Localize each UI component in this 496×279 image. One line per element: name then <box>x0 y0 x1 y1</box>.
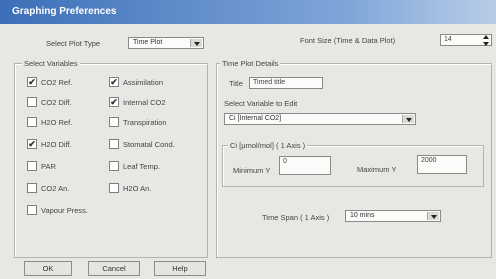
spinner-arrows-icon[interactable] <box>482 35 489 46</box>
chevron-down-icon[interactable] <box>427 212 439 220</box>
graphing-preferences-window: Graphing Preferences Select Plot Type Ti… <box>0 0 496 279</box>
time-span-select[interactable]: 10 mins <box>345 210 441 222</box>
select-variables-label: Select Variables <box>22 59 80 68</box>
checkbox-label-h2o-an: H2O An. <box>123 184 152 193</box>
plot-type-label: Select Plot Type <box>46 39 101 48</box>
chevron-down-icon[interactable] <box>402 115 414 123</box>
checkbox-co2-an[interactable] <box>27 183 37 193</box>
minimum-y-input[interactable]: 0 <box>279 156 331 175</box>
font-size-value: 14 <box>444 36 452 43</box>
maximum-y-value: 2000 <box>421 157 437 164</box>
select-variable-dropdown[interactable]: Ci [Internal CO2] <box>224 113 416 125</box>
checkbox-label-h2o-diff: H2O Diff. <box>41 140 72 149</box>
checkbox-label-leaf-temp: Leaf Temp. <box>123 162 160 171</box>
checkbox-label-assimilation: Assimilation <box>123 78 164 87</box>
time-span-label: Time Span ( 1 Axis ) <box>262 213 330 222</box>
select-variable-value: Ci [Internal CO2] <box>229 115 282 122</box>
checkbox-internal-co2[interactable]: ✔ <box>109 97 119 107</box>
checkbox-assimilation[interactable]: ✔ <box>109 77 119 87</box>
checkbox-label-co2-an: CO2 An. <box>41 184 70 193</box>
checkbox-h2o-diff[interactable]: ✔ <box>27 139 37 149</box>
axis-range-label: Ci [µmol/mol] ( 1 Axis ) <box>228 141 308 150</box>
time-plot-details-label: Time Plot Details <box>220 59 281 68</box>
checkbox-label-vapour-press: Vapour Press. <box>41 206 88 215</box>
checkbox-co2-diff[interactable] <box>27 97 37 107</box>
title-bar[interactable]: Graphing Preferences <box>0 0 496 24</box>
cancel-button[interactable]: Cancel <box>88 261 140 276</box>
checkbox-co2-ref[interactable]: ✔ <box>27 77 37 87</box>
help-button[interactable]: Help <box>154 261 206 276</box>
time-span-value: 10 mins <box>350 212 375 219</box>
checkbox-label-stomatal-cond: Stomatal Cond. <box>123 140 175 149</box>
ok-button[interactable]: OK <box>24 261 72 276</box>
minimum-y-label: Minimum Y <box>233 166 271 175</box>
checkbox-leaf-temp[interactable] <box>109 161 119 171</box>
checkbox-vapour-press[interactable] <box>27 205 37 215</box>
checkbox-h2o-an[interactable] <box>109 183 119 193</box>
checkbox-label-h2o-ref: H2O Ref. <box>41 118 73 127</box>
plot-title-value: Timed title <box>253 79 286 86</box>
plot-title-label: Title <box>229 79 243 88</box>
plot-title-input[interactable]: Timed title <box>249 77 323 89</box>
minimum-y-value: 0 <box>283 158 287 165</box>
checkbox-h2o-ref[interactable] <box>27 117 37 127</box>
checkbox-label-transpiration: Transpiration <box>123 118 167 127</box>
plot-type-select[interactable]: Time Plot <box>128 37 204 49</box>
chevron-down-icon[interactable] <box>190 39 202 47</box>
checkbox-label-par: PAR <box>41 162 56 171</box>
select-variable-label: Select Variable to Edit <box>224 99 298 108</box>
checkbox-label-internal-co2: Internal CO2 <box>123 98 166 107</box>
maximum-y-input[interactable]: 2000 <box>417 155 467 174</box>
font-size-field[interactable]: 14 <box>440 34 492 46</box>
checkbox-par[interactable] <box>27 161 37 171</box>
checkbox-transpiration[interactable] <box>109 117 119 127</box>
checkbox-label-co2-diff: CO2 Diff. <box>41 98 72 107</box>
plot-type-value: Time Plot <box>133 39 163 46</box>
checkbox-label-co2-ref: CO2 Ref. <box>41 78 73 87</box>
maximum-y-label: Maximum Y <box>357 165 397 174</box>
window-title: Graphing Preferences <box>12 6 117 17</box>
checkbox-stomatal-cond[interactable] <box>109 139 119 149</box>
font-size-label: Font Size (Time & Data Plot) <box>300 36 396 45</box>
